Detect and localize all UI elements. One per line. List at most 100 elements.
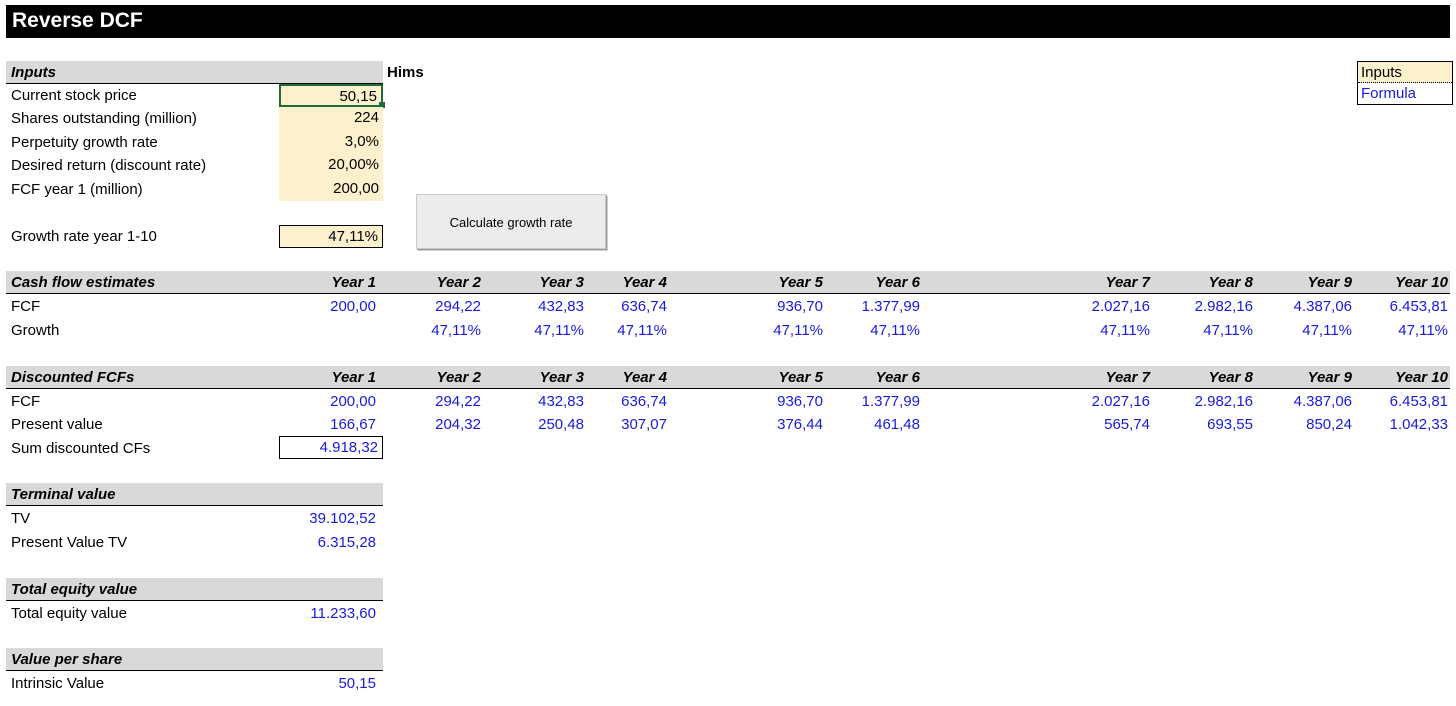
dcf-pv-cell[interactable]: 461,48 [840,416,920,433]
dcf-fcf-cell[interactable]: 200,00 [296,393,376,410]
dcf-pv-cell[interactable]: 1.042,33 [1368,416,1448,433]
input-label-discount-rate: Desired return (discount rate) [11,157,207,174]
cf-fcf-label: FCF [11,298,41,315]
pv-tv-label: Present Value TV [11,534,128,551]
input-label-stock-price: Current stock price [11,87,137,104]
year-header: Year 5 [778,274,823,291]
year-header: Year 3 [539,274,584,291]
dcf-pv-cell[interactable]: 850,24 [1272,416,1352,433]
pv-tv-value[interactable]: 6.315,28 [296,534,376,551]
discount-rate-cell[interactable]: 20,00% [279,154,383,178]
inputs-header-label: Inputs [11,64,56,81]
year-header: Year 6 [875,274,920,291]
calculate-growth-rate-button[interactable]: Calculate growth rate [416,194,606,249]
equity-header-label: Total equity value [11,581,138,598]
cf-growth-label: Growth [11,322,60,339]
dcf-fcf-cell[interactable]: 432,83 [504,393,584,410]
cf-fcf-cell[interactable]: 294,22 [401,298,481,315]
year-header: Year 2 [436,274,481,291]
dcf-fcf-cell[interactable]: 636,74 [587,393,667,410]
year-header: Year 1 [331,274,376,291]
growth-rate-cell[interactable]: 47,11% [279,225,383,248]
dcf-fcf-cell[interactable]: 936,70 [743,393,823,410]
equity-label: Total equity value [11,605,127,622]
year-header: Year 1 [331,369,376,386]
input-label-shares: Shares outstanding (million) [11,110,197,127]
dcf-fcf-cell[interactable]: 4.387,06 [1272,393,1352,410]
cf-fcf-cell[interactable]: 1.377,99 [840,298,920,315]
stock-price-cell[interactable]: 50,15 [279,84,383,107]
cf-fcf-cell[interactable]: 6.453,81 [1368,298,1448,315]
input-label-perpetuity-growth: Perpetuity growth rate [11,134,158,151]
year-header: Year 8 [1208,274,1253,291]
growth-rate-label: Growth rate year 1-10 [11,228,157,245]
sum-discounted-label: Sum discounted CFs [11,440,151,457]
cf-fcf-cell[interactable]: 936,70 [743,298,823,315]
year-header: Year 5 [778,369,823,386]
dcf-pv-cell[interactable]: 307,07 [587,416,667,433]
dcf-fcf-cell[interactable]: 294,22 [401,393,481,410]
cf-growth-cell[interactable]: 47,11% [1173,322,1253,339]
dcf-fcf-cell[interactable]: 2.982,16 [1173,393,1253,410]
year-header: Year 2 [436,369,481,386]
dcf-fcf-cell[interactable]: 2.027,16 [1070,393,1150,410]
year-header: Year 6 [875,369,920,386]
cf-fcf-cell[interactable]: 200,00 [296,298,376,315]
dcf-pv-cell[interactable]: 693,55 [1173,416,1253,433]
legend-inputs: Inputs [1358,62,1452,83]
year-header: Year 9 [1307,369,1352,386]
dcf-pv-cell[interactable]: 565,74 [1070,416,1150,433]
cf-fcf-cell[interactable]: 2.982,16 [1173,298,1253,315]
cf-growth-cell[interactable]: 47,11% [587,322,667,339]
legend-formula: Formula [1361,85,1417,102]
year-header: Year 9 [1307,274,1352,291]
title-bar: Reverse DCF [6,5,1450,38]
fcf-year1-cell[interactable]: 200,00 [279,178,383,201]
per-share-header-label: Value per share [11,651,123,668]
equity-value[interactable]: 11.233,60 [296,605,376,622]
discounted-header-label: Discounted FCFs [11,369,135,386]
cf-growth-cell[interactable]: 47,11% [1070,322,1150,339]
cash-flow-header-label: Cash flow estimates [11,274,156,291]
sheet-title: Reverse DCF [12,9,143,32]
company-name: Hims [387,64,424,81]
tv-label: TV [11,510,31,527]
intrinsic-value[interactable]: 50,15 [296,675,376,692]
legend: Inputs Formula [1357,61,1453,105]
terminal-header-label: Terminal value [11,486,116,503]
cf-growth-cell[interactable]: 47,11% [401,322,481,339]
dcf-fcf-cell[interactable]: 1.377,99 [840,393,920,410]
shares-cell[interactable]: 224 [279,107,383,131]
year-header: Year 3 [539,369,584,386]
dcf-fcf-cell[interactable]: 6.453,81 [1368,393,1448,410]
dcf-pv-label: Present value [11,416,103,433]
dcf-pv-cell[interactable]: 376,44 [743,416,823,433]
year-header: Year 7 [1105,369,1150,386]
cf-fcf-cell[interactable]: 432,83 [504,298,584,315]
cf-growth-cell[interactable]: 47,11% [1272,322,1352,339]
terminal-header: Terminal value [6,483,383,506]
cf-fcf-cell[interactable]: 2.027,16 [1070,298,1150,315]
dcf-pv-cell[interactable]: 204,32 [401,416,481,433]
input-label-fcf-year1: FCF year 1 (million) [11,181,143,198]
year-header: Year 4 [622,274,667,291]
cf-growth-cell[interactable]: 47,11% [1368,322,1448,339]
year-header: Year 10 [1395,274,1448,291]
intrinsic-value-label: Intrinsic Value [11,675,105,692]
year-header: Year 7 [1105,274,1150,291]
year-header: Year 4 [622,369,667,386]
inputs-header: Inputs [6,61,383,84]
cf-fcf-cell[interactable]: 636,74 [587,298,667,315]
cf-growth-cell[interactable]: 47,11% [840,322,920,339]
tv-value[interactable]: 39.102,52 [296,510,376,527]
perpetuity-growth-cell[interactable]: 3,0% [279,131,383,154]
cf-fcf-cell[interactable]: 4.387,06 [1272,298,1352,315]
year-header: Year 8 [1208,369,1253,386]
dcf-pv-cell[interactable]: 250,48 [504,416,584,433]
dcf-pv-cell[interactable]: 166,67 [296,416,376,433]
per-share-header: Value per share [6,648,383,671]
sum-discounted-cell[interactable]: 4.918,32 [279,436,383,459]
cf-growth-cell[interactable]: 47,11% [743,322,823,339]
dcf-fcf-label: FCF [11,393,41,410]
cf-growth-cell[interactable]: 47,11% [504,322,584,339]
